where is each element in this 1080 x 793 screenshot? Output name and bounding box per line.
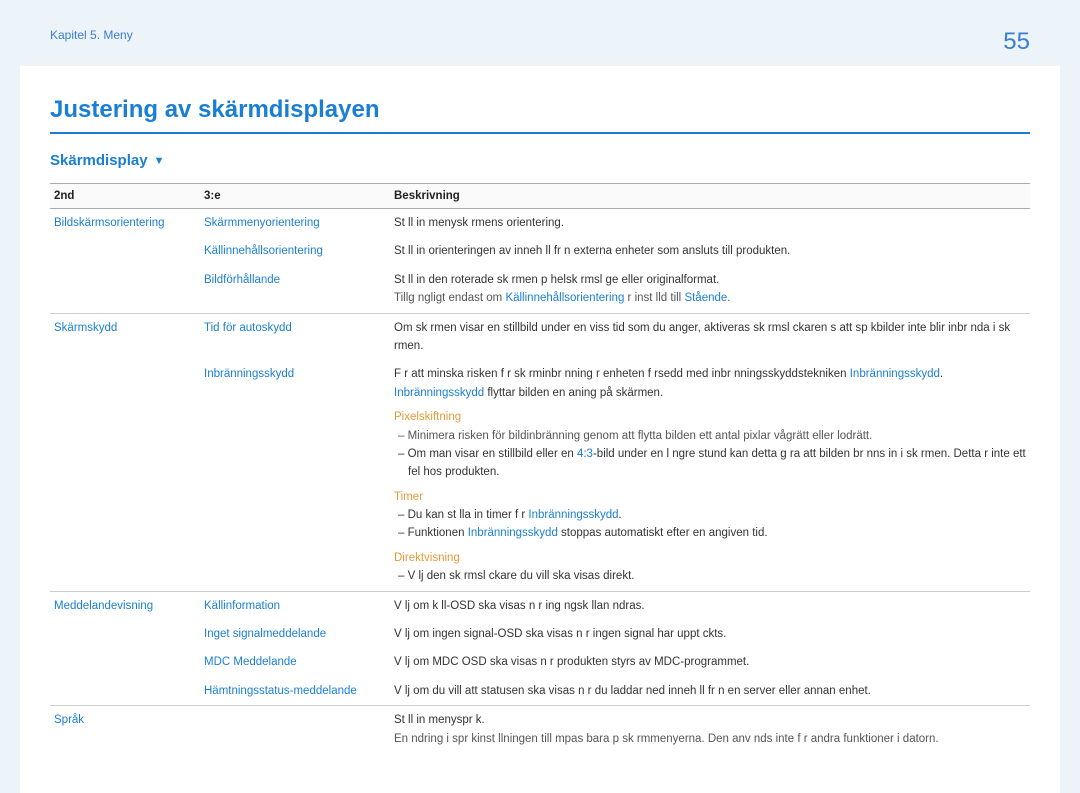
cell-3rd: Källinformation	[200, 591, 390, 620]
chapter-label: Kapitel 5. Meny	[50, 28, 133, 42]
cell-desc: F r att minska risken f r sk rminbr nnin…	[390, 360, 1030, 591]
col-header-2nd: 2nd	[50, 184, 200, 209]
cell-3rd: Källinnehållsorientering	[200, 237, 390, 265]
cell-desc: Om sk rmen visar en stillbild under en v…	[390, 313, 1030, 360]
list-item: ‒ Om man visar en stillbild eller en 4:3…	[394, 445, 1026, 482]
cell-3rd: MDC Meddelande	[200, 648, 390, 676]
table-row: MDC Meddelande V lj om MDC OSD ska visas…	[50, 648, 1030, 676]
cell-2nd: Bildskärmsorientering	[50, 209, 200, 238]
cell-desc: St ll in den roterade sk rmen p helsk rm…	[390, 266, 1030, 313]
list-item: ‒ V lj den sk rmsl ckare du vill ska vis…	[394, 567, 1026, 585]
cell-desc: St ll in menysk rmens orientering.	[390, 209, 1030, 238]
cell-desc: V lj om ingen signal-OSD ska visas n r i…	[390, 620, 1030, 648]
table-header-row: 2nd 3:e Beskrivning	[50, 184, 1030, 209]
cell-2nd: Språk	[50, 706, 200, 753]
cell-3rd: Inget signalmeddelande	[200, 620, 390, 648]
list-item: ‒ Funktionen Inbränningsskydd stoppas au…	[394, 524, 1026, 542]
note-line: Tillg ngligt endast om Källinnehållsorie…	[394, 292, 731, 304]
cell-desc: St ll in orienteringen av inneh ll fr n …	[390, 237, 1030, 265]
table-row: Inbränningsskydd F r att minska risken f…	[50, 360, 1030, 591]
table-row: Hämtningsstatus-meddelande V lj om du vi…	[50, 677, 1030, 706]
col-header-3rd: 3:e	[200, 184, 390, 209]
note-line: En ndring i spr kinst llningen till mpas…	[394, 733, 939, 745]
cell-desc: V lj om k ll-OSD ska visas n r ing ngsk …	[390, 591, 1030, 620]
list-item: ‒ Du kan st lla in timer f r Inbrännings…	[394, 506, 1026, 524]
content-area: Justering av skärmdisplayen Skärmdisplay…	[20, 66, 1060, 793]
table-row: Bildskärmsorientering Skärmmenyorienteri…	[50, 209, 1030, 238]
list-item: ‒ Minimera risken för bildinbränning gen…	[394, 427, 1026, 445]
cell-3rd: Inbränningsskydd	[200, 360, 390, 591]
cell-desc: V lj om du vill att statusen ska visas n…	[390, 677, 1030, 706]
cell-desc: V lj om MDC OSD ska visas n r produkten …	[390, 648, 1030, 676]
cell-2nd: Skärmskydd	[50, 313, 200, 360]
direkt-heading: Direktvisning	[394, 549, 1026, 567]
cell-2nd: Meddelandevisning	[50, 591, 200, 620]
table-row: Språk St ll in menyspr k. En ndring i sp…	[50, 706, 1030, 753]
menu-table: 2nd 3:e Beskrivning Bildskärmsorienterin…	[50, 183, 1030, 753]
cell-desc: St ll in menyspr k. En ndring i spr kins…	[390, 706, 1030, 753]
cell-3rd: Bildförhållande	[200, 266, 390, 313]
cell-3rd: Tid för autoskydd	[200, 313, 390, 360]
table-row: Inget signalmeddelande V lj om ingen sig…	[50, 620, 1030, 648]
table-row: Bildförhållande St ll in den roterade sk…	[50, 266, 1030, 313]
main-title: Justering av skärmdisplayen	[50, 96, 1030, 134]
desc-text: St ll in den roterade sk rmen p helsk rm…	[394, 274, 719, 286]
page-header: Kapitel 5. Meny 55	[0, 0, 1080, 66]
table-row: Meddelandevisning Källinformation V lj o…	[50, 591, 1030, 620]
table-row: Källinnehållsorientering St ll in orient…	[50, 237, 1030, 265]
col-header-desc: Beskrivning	[390, 184, 1030, 209]
cell-3rd: Hämtningsstatus-meddelande	[200, 677, 390, 706]
subsection-label: Skärmdisplay	[50, 152, 148, 169]
page-number: 55	[1003, 28, 1030, 56]
pixel-heading: Pixelskiftning	[394, 408, 1026, 426]
subsection-heading: Skärmdisplay ▼	[50, 152, 1030, 169]
triangle-down-icon: ▼	[154, 155, 165, 167]
timer-heading: Timer	[394, 488, 1026, 506]
table-row: Skärmskydd Tid för autoskydd Om sk rmen …	[50, 313, 1030, 360]
cell-3rd: Skärmmenyorientering	[200, 209, 390, 238]
